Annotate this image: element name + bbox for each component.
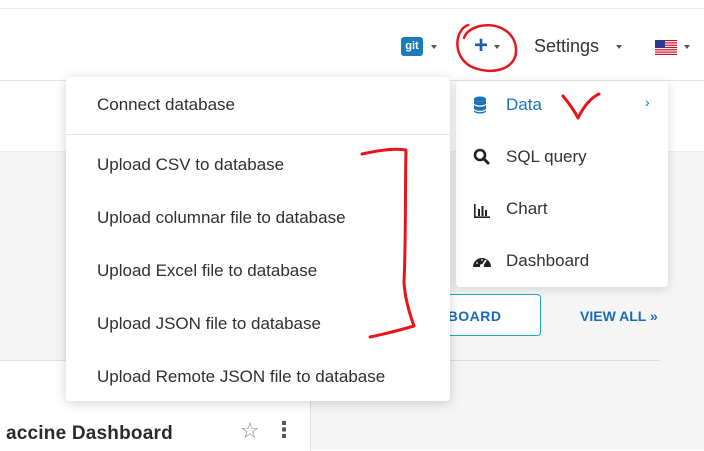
submenu-item-upload-excel[interactable]: Upload Excel file to database	[97, 261, 317, 281]
bar-chart-icon	[472, 201, 492, 221]
database-icon	[472, 95, 492, 115]
star-icon[interactable]: ☆	[240, 418, 260, 444]
add-new-menu: Data SQL query Chart Dashboard	[456, 81, 668, 287]
view-all-link[interactable]: VIEW ALL »	[580, 308, 658, 324]
submenu-item-connect-database[interactable]: Connect database	[97, 95, 235, 115]
chevron-down-icon[interactable]	[494, 45, 500, 49]
menu-item-label: Data	[506, 95, 542, 114]
chevron-down-icon[interactable]	[684, 45, 690, 49]
chevron-down-icon[interactable]	[431, 45, 437, 49]
chevron-down-icon[interactable]	[616, 45, 622, 49]
menu-item-dashboard[interactable]: Dashboard	[456, 237, 668, 289]
card-title[interactable]: accine Dashboard	[6, 423, 173, 445]
settings-menu[interactable]: Settings	[534, 36, 599, 57]
git-icon[interactable]: git	[401, 37, 423, 56]
submenu-item-upload-csv[interactable]: Upload CSV to database	[97, 155, 284, 175]
menu-item-data[interactable]: Data	[456, 81, 668, 133]
us-flag-icon[interactable]	[655, 40, 677, 55]
chevron-right-icon: ›	[645, 94, 650, 110]
menu-divider	[66, 134, 450, 135]
menu-item-label: Dashboard	[506, 251, 590, 270]
menu-item-sql-query[interactable]: SQL query	[456, 133, 668, 185]
submenu-item-upload-remote-json[interactable]: Upload Remote JSON file to database	[97, 367, 385, 387]
search-icon	[472, 147, 492, 167]
data-submenu: Connect database Upload CSV to database …	[66, 77, 450, 401]
submenu-item-upload-columnar[interactable]: Upload columnar file to database	[97, 208, 346, 228]
menu-item-chart[interactable]: Chart	[456, 185, 668, 237]
menu-item-label: Chart	[506, 199, 548, 218]
add-new-button[interactable]: +	[471, 33, 491, 59]
menu-item-label: SQL query	[506, 147, 587, 166]
more-options-icon[interactable]: ⋮	[273, 417, 295, 443]
dashboard-icon	[472, 253, 492, 273]
submenu-item-upload-json[interactable]: Upload JSON file to database	[97, 314, 321, 334]
top-border	[0, 8, 704, 9]
